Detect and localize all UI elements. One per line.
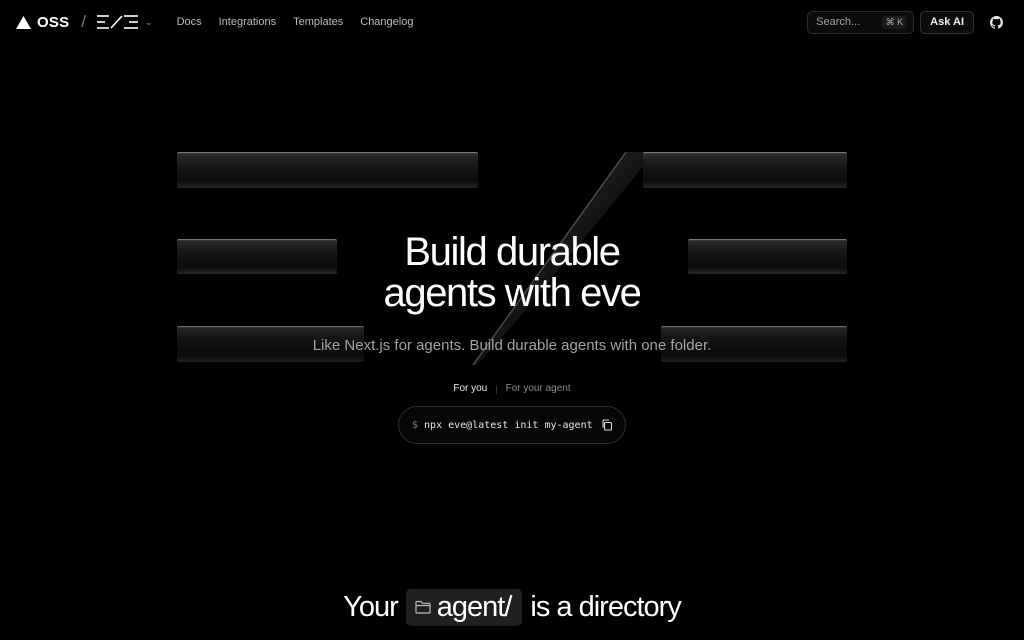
github-link[interactable] — [984, 10, 1008, 34]
logo-bar-top-right — [643, 152, 847, 188]
eve-logo-icon — [97, 15, 139, 29]
hero-title-line-1: Build durable — [404, 230, 621, 274]
search-placeholder: Search... — [816, 16, 861, 28]
hero-subtitle: Like Next.js for agents. Build durable a… — [312, 337, 712, 354]
folder-name: agent/ — [436, 590, 513, 623]
tab-for-your-agent[interactable]: For your agent — [506, 383, 571, 394]
command-prompt: $ — [412, 419, 419, 431]
product-switcher[interactable]: ⌄ — [97, 15, 153, 29]
github-icon — [989, 15, 1003, 29]
search-shortcut: ⌘ K — [881, 15, 908, 29]
ask-ai-button[interactable]: Ask AI — [920, 10, 974, 34]
nav-templates[interactable]: Templates — [293, 16, 343, 28]
hero-title: Build durable agents with eve — [0, 232, 1024, 314]
breadcrumb-separator: / — [81, 12, 87, 31]
install-command-box[interactable]: $ npx eve@latest init my-agent — [398, 406, 626, 444]
folder-chip: agent/ — [405, 589, 523, 626]
directory-heading: Your agent/ is a directory — [0, 589, 1024, 626]
tab-for-you[interactable]: For you — [453, 383, 487, 394]
brand-label: OSS — [37, 13, 70, 31]
main-nav: Docs Integrations Templates Changelog — [177, 16, 414, 28]
copy-button[interactable] — [601, 419, 613, 431]
install-command: npx eve@latest init my-agent — [424, 419, 593, 431]
directory-heading-suffix: is a directory — [530, 591, 681, 623]
nav-docs[interactable]: Docs — [177, 16, 202, 28]
directory-heading-prefix: Your — [343, 591, 399, 623]
folder-icon — [415, 600, 431, 614]
search-button[interactable]: Search... ⌘ K — [807, 10, 915, 34]
top-nav: OSS / ⌄ Docs Integrations Templates Chan… — [0, 0, 1024, 44]
oss-logo-link[interactable]: OSS — [16, 14, 69, 31]
audience-tabs: For you | For your agent — [0, 383, 1024, 394]
tab-divider: | — [495, 383, 498, 394]
nav-integrations[interactable]: Integrations — [219, 16, 276, 28]
header-actions: Search... ⌘ K Ask AI — [807, 10, 1008, 34]
triangle-logo-icon — [16, 15, 31, 29]
hero-title-line-2: agents with eve — [383, 271, 642, 315]
nav-changelog[interactable]: Changelog — [360, 16, 413, 28]
copy-icon — [602, 419, 613, 431]
chevron-down-icon: ⌄ — [145, 16, 153, 27]
